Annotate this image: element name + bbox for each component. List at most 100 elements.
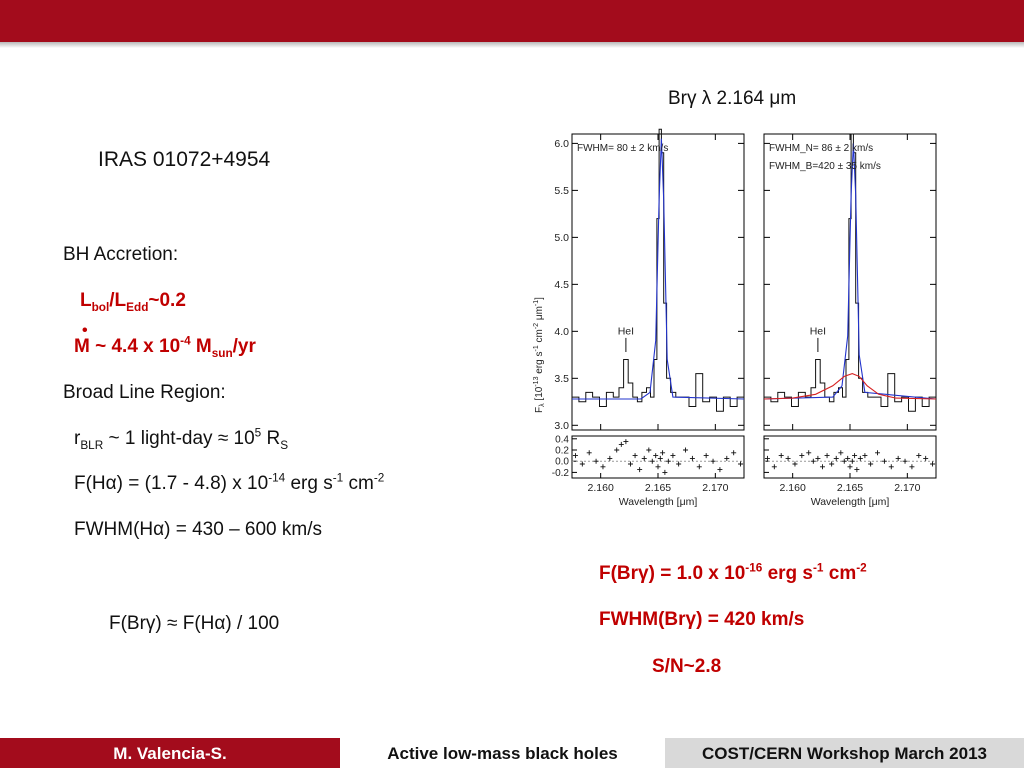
residual-point (623, 439, 629, 445)
fit-line (572, 138, 745, 400)
residual-point (641, 455, 647, 461)
residual-point (665, 458, 671, 464)
residual-point (655, 464, 661, 470)
residual-frame (571, 435, 745, 479)
footer-title: Active low-mass black holes (340, 738, 665, 768)
accretion-rate: M ~ 4.4 x 10-4 Msun/yr (74, 334, 256, 360)
x-tick-label: 2.165 (645, 482, 671, 494)
y-tick-label: 3.5 (554, 373, 569, 385)
brg-title: Brγ λ 2.164 μm (668, 88, 797, 109)
y-tick-label: 5.5 (554, 185, 569, 197)
residual-point (696, 464, 702, 470)
residual-point (676, 461, 682, 467)
y-tick-label: 5.0 (554, 232, 569, 244)
y-tick-label: 3.0 (554, 420, 569, 432)
residual-tick-label: 0.4 (555, 434, 569, 445)
residual-point (923, 455, 929, 461)
blr-radius: rBLR ~ 1 light-day ≈ 105 RS (74, 426, 289, 452)
residual-point (586, 450, 592, 456)
residual-point (799, 453, 805, 459)
residual-point (703, 453, 709, 459)
residual-point (806, 450, 812, 456)
residual-point (724, 455, 730, 461)
residual-point (785, 455, 791, 461)
residual-point (841, 458, 847, 464)
halpha-flux: F(Hα) = (1.7 - 4.8) x 10-14 erg s-1 cm-2 (74, 471, 385, 494)
residual-point (572, 453, 578, 459)
bh-accretion-heading: BH Accretion: (63, 244, 179, 265)
hei-label: HeI (618, 325, 634, 337)
residual-point (649, 458, 655, 464)
residual-point (909, 464, 915, 470)
residual-point (771, 464, 777, 470)
residual-point (857, 455, 863, 461)
footer: M. Valencia-S. Active low-mass black hol… (0, 738, 1024, 768)
residual-tick-label: 0.0 (555, 457, 569, 468)
signal-to-noise: S/N~2.8 (652, 656, 722, 677)
residual-point (895, 455, 901, 461)
y-axis-label: Fλ [10-13 erg s-1 cm-2 μm-1] (533, 297, 546, 413)
residual-point (845, 455, 851, 461)
residual-point (657, 455, 663, 461)
header-shadow (0, 42, 1024, 48)
residual-point (607, 455, 613, 461)
spectrum-data (572, 128, 744, 412)
footer-author: M. Valencia-S. (0, 738, 340, 768)
plot-frame (763, 133, 937, 431)
residual-point (833, 455, 839, 461)
residual-point (627, 461, 633, 467)
residual-point (902, 458, 908, 464)
residual-point (593, 458, 599, 464)
fit-line (763, 143, 937, 400)
residual-point (868, 461, 874, 467)
residual-frame (763, 435, 937, 479)
fwhm-broad-annotation: FWHM_B=420 ± 35 km/s (769, 161, 881, 172)
y-tick-label: 6.0 (554, 138, 569, 150)
residual-point (618, 441, 624, 447)
residual-point (653, 453, 659, 459)
residual-point (637, 467, 643, 473)
brg-fwhm: FWHM(Brγ) = 420 km/s (599, 609, 805, 630)
plot-frame (571, 133, 745, 431)
residual-point (916, 453, 922, 459)
spectrum-data (764, 133, 936, 412)
residual-point (662, 469, 668, 475)
x-tick-label: 2.160 (588, 482, 614, 494)
residual-point (810, 458, 816, 464)
spectrum-panel-right: 2.160 2.165 2.170 Wavelength [μm] HeI FWHM_N=… (763, 133, 937, 508)
residual-point (862, 453, 868, 459)
residual-point (717, 467, 723, 473)
halpha-fwhm: FWHM(Hα) = 430 – 600 km/s (74, 519, 323, 540)
broad-component-line (763, 373, 937, 400)
residual-point (646, 447, 652, 453)
spectrum-figure: 2.160 2.165 2.170 Wavelength [μm] 3.0 3.5 4.0 4… (533, 128, 937, 508)
x-tick-label: 2.160 (780, 482, 806, 494)
x-tick-label: 2.170 (894, 482, 920, 494)
residual-point (579, 461, 585, 467)
residual-point (731, 450, 737, 456)
residual-point (881, 458, 887, 464)
residual-point (632, 453, 638, 459)
residual-point (614, 447, 620, 453)
residual-tick-label: 0.2 (555, 446, 569, 457)
residual-point (600, 464, 606, 470)
residual-point (838, 450, 844, 456)
residual-point (660, 450, 666, 456)
residual-point (854, 467, 860, 473)
hei-label: HeI (810, 325, 826, 337)
residual-point (778, 453, 784, 459)
residual-point (824, 453, 830, 459)
residual-point (930, 461, 936, 467)
x-tick-label: 2.165 (837, 482, 863, 494)
residual-point (888, 464, 894, 470)
residual-point (847, 464, 853, 470)
residual-point (829, 461, 835, 467)
x-tick-label: 2.170 (702, 482, 728, 494)
residual-point (849, 458, 855, 464)
residual-point (738, 461, 744, 467)
residual-point (670, 453, 676, 459)
residual-point (764, 455, 770, 461)
brg-flux: F(Brγ) = 1.0 x 10-16 erg s-1 cm-2 (599, 561, 867, 584)
header-bar (0, 0, 1024, 42)
residual-point (792, 461, 798, 467)
